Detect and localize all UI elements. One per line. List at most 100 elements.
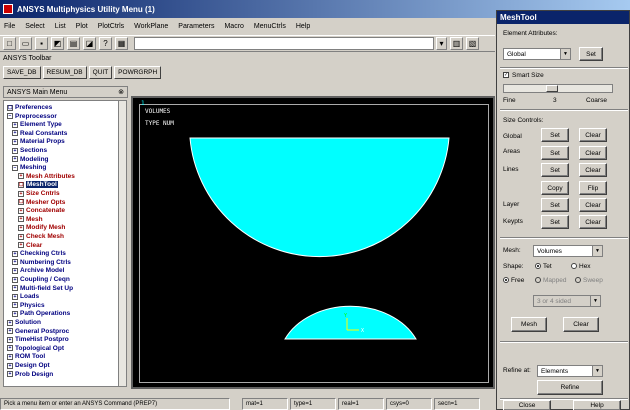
slider-thumb[interactable]	[546, 85, 558, 92]
tree-item-physics[interactable]: + Physics	[12, 302, 45, 309]
chevron-down-icon[interactable]: ▼	[590, 296, 600, 306]
expand-icon[interactable]: +	[18, 190, 24, 197]
expand-icon[interactable]: +	[18, 224, 24, 231]
help-button[interactable]: Help	[573, 400, 621, 410]
mesher-sweep-option[interactable]: Sweep	[575, 277, 603, 284]
tree-item-mesh-attributes[interactable]: + Mesh Attributes	[18, 173, 75, 180]
expand-icon[interactable]: +	[12, 276, 18, 283]
tree-item-real-constants[interactable]: + Real Constants	[12, 130, 67, 137]
save-db-button[interactable]: SAVE_DB	[3, 66, 41, 79]
chevron-down-icon[interactable]: ▼	[592, 246, 602, 256]
mesh-button[interactable]: Mesh	[511, 317, 547, 332]
chevron-down-icon[interactable]: ▼	[592, 366, 602, 376]
tree-item-clear[interactable]: + Clear	[18, 242, 42, 249]
tree-item-path-operations[interactable]: + Path Operations	[12, 310, 70, 317]
expand-icon[interactable]: +	[12, 121, 18, 128]
display-icon[interactable]: ▧	[466, 37, 479, 50]
expand-icon[interactable]: +	[18, 233, 24, 240]
menu-file[interactable]: File	[4, 23, 15, 30]
menu-plotctrls[interactable]: PlotCtrls	[98, 23, 124, 30]
keypts-set-button[interactable]: Set	[541, 215, 569, 229]
mesh-clear-button[interactable]: Clear	[563, 317, 599, 332]
expand-icon[interactable]: +	[12, 250, 18, 257]
mesh-type-select[interactable]: Volumes ▼	[533, 245, 603, 257]
radio-icon[interactable]	[575, 277, 581, 284]
expand-icon[interactable]: +	[12, 285, 18, 292]
expand-icon[interactable]: +	[12, 156, 18, 163]
help-question-icon[interactable]: ?	[99, 37, 112, 50]
tree-item-meshing[interactable]: − Meshing	[12, 164, 46, 171]
tree-item-coupling-ceqn[interactable]: + Coupling / Ceqn	[12, 276, 70, 283]
print-icon[interactable]: ▤	[67, 37, 80, 50]
resume-db-button[interactable]: RESUM_DB	[42, 66, 87, 79]
element-attributes-set-button[interactable]: Set	[579, 47, 603, 61]
expand-icon[interactable]: +	[12, 302, 18, 309]
smart-size-toggle[interactable]: ✓ Smart Size	[503, 72, 544, 79]
lines-flip-button[interactable]: Flip	[579, 181, 607, 195]
mesher-free-option[interactable]: Free	[503, 277, 524, 284]
sided-select[interactable]: 3 or 4 sided ▼	[533, 295, 601, 307]
chevron-down-icon[interactable]: ▼	[560, 49, 570, 59]
raise-hidden-icon[interactable]: ▦	[115, 37, 128, 50]
contour-icon[interactable]: ▥	[450, 37, 463, 50]
refine-button[interactable]: Refine	[537, 380, 603, 395]
save-icon[interactable]: ▪	[35, 37, 48, 50]
command-input[interactable]	[134, 37, 434, 50]
tree-item-prob-design[interactable]: + Prob Design	[7, 371, 53, 378]
menu-parameters[interactable]: Parameters	[178, 23, 214, 30]
radio-icon[interactable]	[535, 277, 541, 284]
expand-icon[interactable]: +	[12, 130, 18, 137]
tree-item-check-mesh[interactable]: + Check Mesh	[18, 233, 64, 240]
tree-item-modeling[interactable]: + Modeling	[12, 156, 49, 163]
open-folder-icon[interactable]: ▭	[19, 37, 32, 50]
command-dropdown-icon[interactable]: ▾	[436, 37, 447, 50]
expand-icon[interactable]: +	[18, 173, 24, 180]
collapse-icon[interactable]: −	[12, 164, 18, 171]
menu-help[interactable]: Help	[296, 23, 310, 30]
expand-icon[interactable]: +	[18, 242, 24, 249]
new-file-icon[interactable]: □	[3, 37, 16, 50]
tree-item-design-opt[interactable]: + Design Opt	[7, 362, 50, 369]
expand-icon[interactable]: +	[7, 345, 13, 352]
menu-macro[interactable]: Macro	[224, 23, 243, 30]
refine-at-select[interactable]: Elements ▼	[537, 365, 603, 377]
areas-set-button[interactable]: Set	[541, 146, 569, 160]
size-slider[interactable]	[503, 84, 613, 93]
expand-icon[interactable]: +	[12, 138, 18, 145]
tree-item-mesher-opts[interactable]: ☐ Mesher Opts	[18, 199, 65, 206]
tree-item-size-cntrls[interactable]: + Size Cntrls	[18, 190, 60, 197]
expand-icon[interactable]: +	[7, 328, 13, 335]
smart-size-checkbox[interactable]: ✓	[503, 72, 509, 79]
tree-item-sections[interactable]: + Sections	[12, 147, 47, 154]
expand-icon[interactable]: +	[12, 267, 18, 274]
tree-item-preferences[interactable]: ☐ Preferences	[7, 104, 52, 111]
tree-item-general-postproc[interactable]: + General Postproc	[7, 328, 69, 335]
tree-item-solution[interactable]: + Solution	[7, 319, 41, 326]
menu-workplane[interactable]: WorkPlane	[134, 23, 168, 30]
tree-item-topological-opt[interactable]: + Topological Opt	[7, 345, 64, 352]
element-attributes-select[interactable]: Global ▼	[503, 48, 571, 60]
tree-item-preprocessor[interactable]: − Preprocessor	[7, 113, 57, 120]
expand-icon[interactable]: +	[12, 259, 18, 266]
global-set-button[interactable]: Set	[541, 128, 569, 142]
tree-item-modify-mesh[interactable]: + Modify Mesh	[18, 224, 65, 231]
tree-item-mesh[interactable]: + Mesh	[18, 216, 43, 223]
tree-item-element-type[interactable]: + Element Type	[12, 121, 62, 128]
graphics-window[interactable]: 1 VOLUMES TYPE NUM Y X	[131, 96, 495, 389]
expand-icon[interactable]: +	[7, 362, 13, 369]
expand-icon[interactable]: +	[12, 293, 18, 300]
powrgrph-button[interactable]: POWRGRPH	[114, 66, 162, 79]
quit-button[interactable]: QUIT	[88, 66, 113, 79]
tree-item-timehist-postpro[interactable]: + TimeHist Postpro	[7, 336, 69, 343]
close-button[interactable]: Close	[503, 400, 551, 410]
tree-item-archive-model[interactable]: + Archive Model	[12, 267, 64, 274]
radio-icon[interactable]	[571, 263, 577, 270]
lines-clear-button[interactable]: Clear	[579, 163, 607, 177]
item-icon[interactable]: ☐	[18, 199, 24, 206]
main-menu-scrollbar[interactable]	[118, 101, 126, 386]
tree-item-material-props[interactable]: + Material Props	[12, 138, 65, 145]
menu-select[interactable]: Select	[25, 23, 44, 30]
item-icon[interactable]: ☐	[7, 104, 13, 111]
global-clear-button[interactable]: Clear	[579, 128, 607, 142]
expand-icon[interactable]: +	[7, 353, 13, 360]
